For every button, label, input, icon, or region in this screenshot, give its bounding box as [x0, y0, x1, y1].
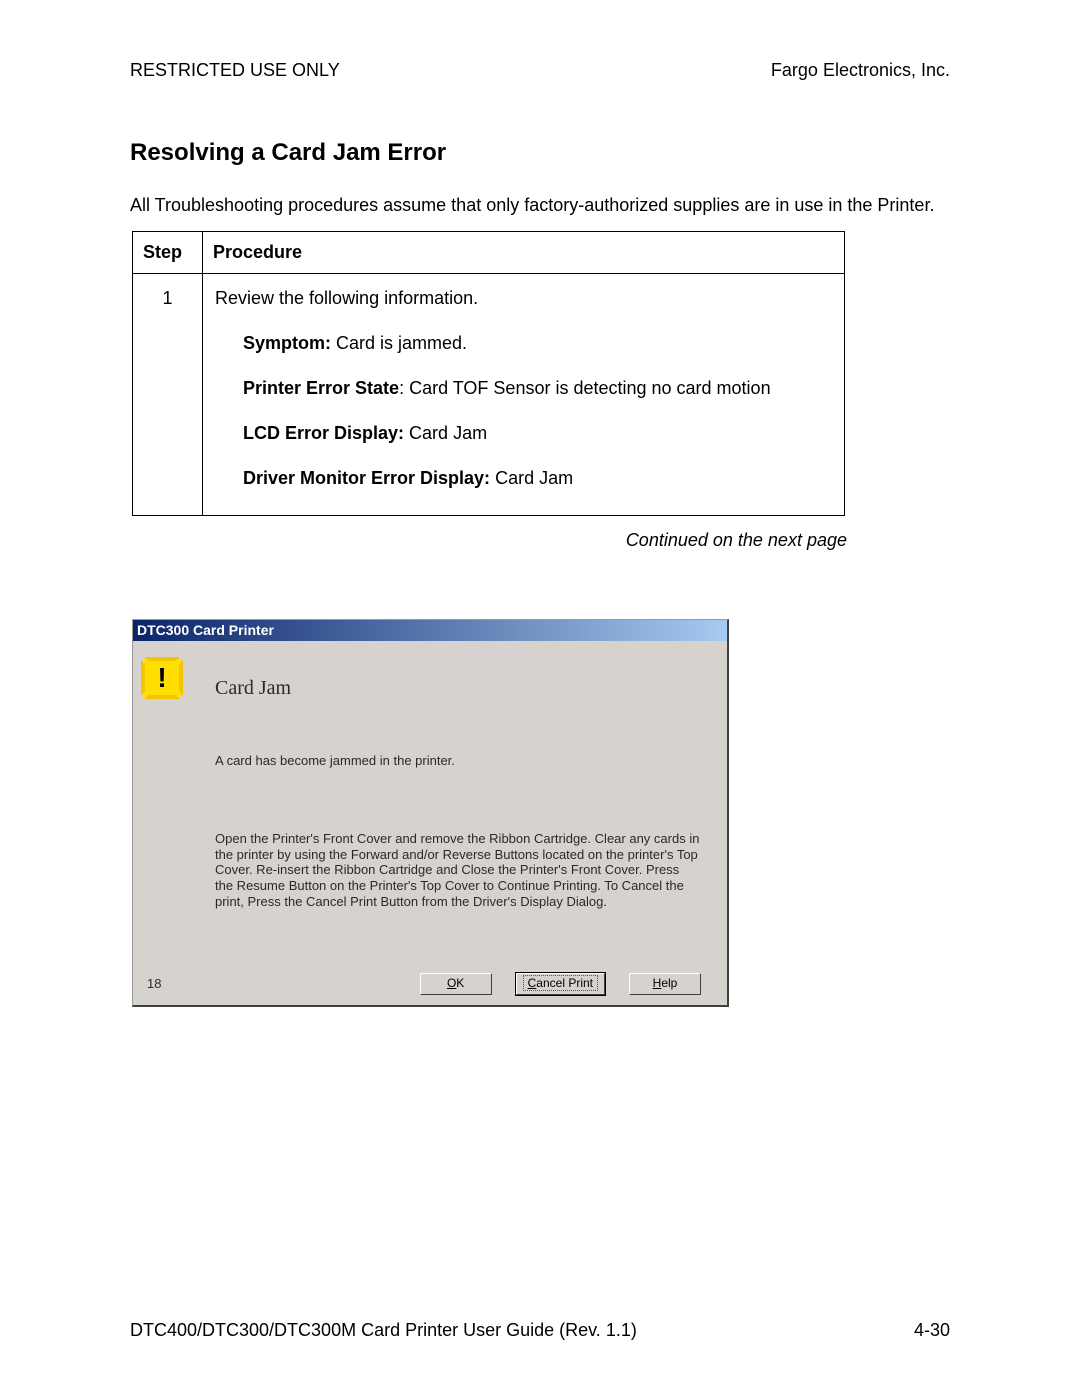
dialog-heading: Card Jam	[215, 677, 291, 700]
table-row: 1 Review the following information. Symp…	[133, 274, 845, 516]
driver-monitor-label: Driver Monitor Error Display:	[243, 468, 490, 488]
printer-error-state-label: Printer Error State	[243, 378, 399, 398]
error-dialog: DTC300 Card Printer ! Card Jam A card ha…	[132, 619, 729, 1007]
page-footer: DTC400/DTC300/DTC300M Card Printer User …	[130, 1320, 950, 1341]
step-number: 1	[133, 274, 203, 516]
dialog-message-long: Open the Printer's Front Cover and remov…	[215, 831, 700, 909]
symptom-line: Symptom: Card is jammed.	[243, 333, 832, 354]
dialog-button-row: OK Cancel Print Help	[420, 973, 701, 995]
ok-button[interactable]: OK	[420, 973, 492, 995]
footer-left: DTC400/DTC300/DTC300M Card Printer User …	[130, 1320, 637, 1341]
printer-error-state-line: Printer Error State: Card TOF Sensor is …	[243, 378, 832, 399]
procedure-intro-line: Review the following information.	[215, 288, 832, 309]
header-right: Fargo Electronics, Inc.	[771, 60, 950, 81]
dialog-message-short: A card has become jammed in the printer.	[215, 753, 455, 768]
header-left: RESTRICTED USE ONLY	[130, 60, 340, 81]
page-header: RESTRICTED USE ONLY Fargo Electronics, I…	[130, 60, 950, 81]
driver-monitor-value: Card Jam	[490, 468, 573, 488]
cancel-print-button[interactable]: Cancel Print	[516, 973, 605, 995]
continued-note: Continued on the next page	[132, 530, 847, 551]
printer-error-state-value: : Card TOF Sensor is detecting no card m…	[399, 378, 771, 398]
driver-monitor-line: Driver Monitor Error Display: Card Jam	[243, 468, 832, 489]
dialog-body: ! Card Jam A card has become jammed in t…	[133, 641, 727, 1005]
symptom-label: Symptom:	[243, 333, 331, 353]
footer-right: 4-30	[914, 1320, 950, 1341]
warning-icon: !	[145, 661, 179, 695]
procedure-table: Step Procedure 1 Review the following in…	[132, 231, 845, 516]
lcd-error-line: LCD Error Display: Card Jam	[243, 423, 832, 444]
lcd-error-value: Card Jam	[404, 423, 487, 443]
intro-paragraph: All Troubleshooting procedures assume th…	[130, 193, 950, 217]
col-header-procedure: Procedure	[203, 232, 845, 274]
col-header-step: Step	[133, 232, 203, 274]
dialog-counter: 18	[147, 976, 161, 991]
section-title: Resolving a Card Jam Error	[130, 139, 950, 167]
lcd-error-label: LCD Error Display:	[243, 423, 404, 443]
procedure-cell: Review the following information. Sympto…	[203, 274, 845, 516]
dialog-titlebar: DTC300 Card Printer	[133, 620, 727, 641]
help-button[interactable]: Help	[629, 973, 701, 995]
symptom-value: Card is jammed.	[331, 333, 467, 353]
